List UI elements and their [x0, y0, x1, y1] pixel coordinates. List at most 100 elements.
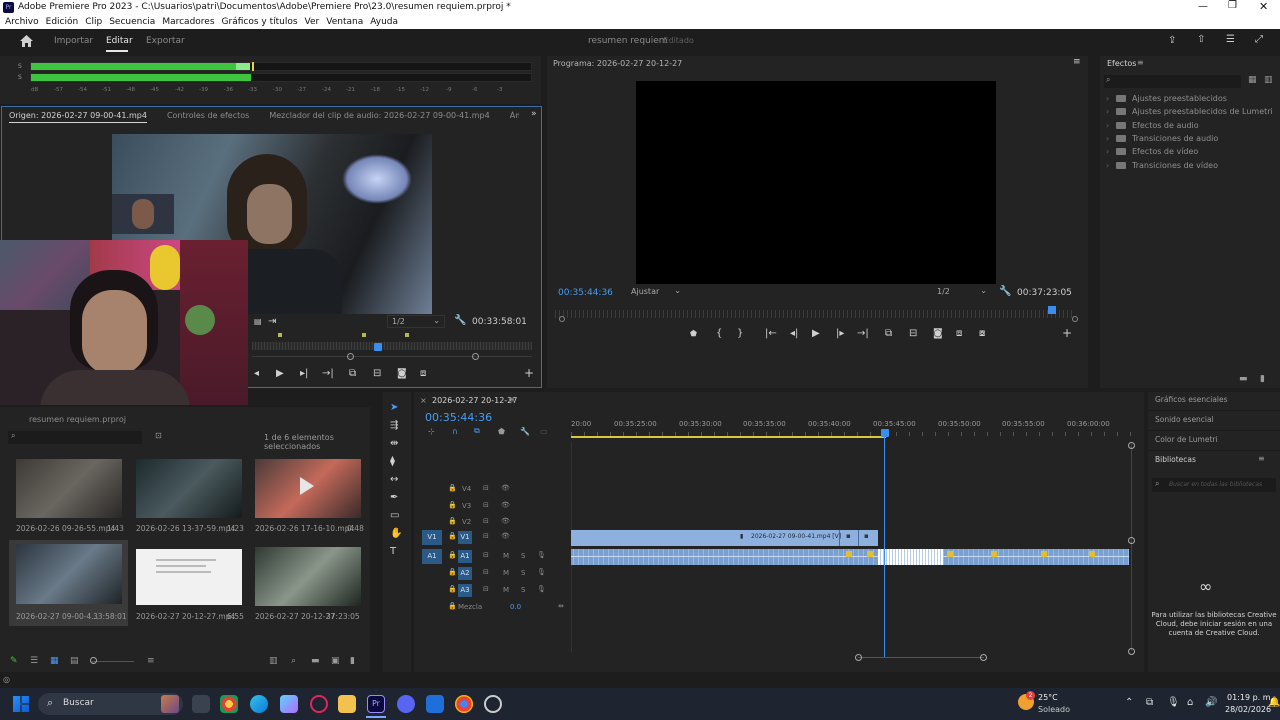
lift-icon[interactable]: ⧉ — [885, 328, 892, 339]
add-marker-icon[interactable]: ⬟ — [498, 427, 505, 436]
source-settings-icon[interactable]: ▤ — [254, 317, 262, 326]
sync-lock-icon[interactable]: ⊟ — [483, 551, 489, 559]
video-clip[interactable]: ▮ 2026-02-27 09-00-41.mp4 [V] ▪ ▪ — [571, 530, 878, 546]
tab-source[interactable]: Origen: 2026-02-27 09-00-41.mp4 — [9, 111, 147, 123]
menu-ayuda[interactable]: Ayuda — [370, 17, 398, 27]
play-icon[interactable]: ▶ — [276, 368, 284, 379]
zoom-handle-left[interactable] — [559, 316, 565, 322]
tab-editar[interactable]: Editar — [106, 36, 133, 46]
pen-icon[interactable]: ✒ — [390, 492, 398, 503]
chrome-icon[interactable] — [455, 695, 473, 713]
lock-icon[interactable]: 🔒 — [448, 517, 457, 525]
obs-icon[interactable] — [484, 695, 502, 713]
step-forward-icon[interactable]: |▸ — [836, 328, 844, 339]
fit-select[interactable]: Ajustar ⌄ — [627, 286, 685, 299]
workspaces-icon[interactable]: ☰ — [1226, 34, 1235, 45]
icon-view-icon[interactable]: ▦ — [50, 656, 59, 666]
microphone-icon[interactable]: 🎙 — [1167, 697, 1180, 708]
rectangle-icon[interactable]: ▭ — [390, 510, 399, 521]
weather-desc[interactable]: Soleado — [1038, 705, 1070, 714]
panel-row-sonido[interactable]: Sonido esencial — [1148, 412, 1280, 431]
effects-folder[interactable]: › Transiciones de audio — [1106, 132, 1276, 145]
menu-edicion[interactable]: Edición — [46, 17, 79, 27]
effects-search-input[interactable] — [1104, 75, 1241, 88]
effects-folder[interactable]: › Ajustes preestablecidos — [1106, 92, 1276, 105]
copilot-icon[interactable] — [280, 695, 298, 713]
thumbnail[interactable] — [255, 547, 361, 606]
panel-menu-icon[interactable]: ≡ — [1073, 57, 1081, 67]
marker-icon[interactable]: ⬟ — [690, 329, 697, 338]
tab-exportar[interactable]: Exportar — [146, 36, 185, 46]
microphone-icon[interactable]: 🎙 — [537, 585, 546, 593]
microphone-icon[interactable]: 🎙 — [537, 551, 546, 559]
track-select-icon[interactable]: ⇶ — [390, 420, 398, 431]
freeform-view-icon[interactable]: ▤ — [70, 656, 79, 666]
mark-in-icon[interactable]: { — [716, 328, 722, 339]
lock-icon[interactable]: 🔒 — [448, 501, 457, 509]
compare-icon[interactable]: ⧈ — [956, 328, 962, 339]
source-zoom-bar[interactable] — [252, 356, 532, 357]
scroll-handle-right[interactable] — [980, 654, 987, 661]
timeline-timecode[interactable]: 00:35:44:36 — [425, 411, 492, 424]
camera-icon[interactable]: ◙ — [933, 328, 943, 339]
thumbnail[interactable] — [16, 459, 122, 518]
overwrite-icon[interactable]: ⊟ — [373, 368, 381, 379]
zoom-handle-right[interactable] — [1072, 316, 1078, 322]
audio-selected-segment[interactable] — [878, 549, 943, 565]
accelerated-effects-icon[interactable]: ▦ — [1248, 75, 1257, 85]
insert-icon[interactable]: ⧉ — [349, 368, 356, 379]
discord-icon[interactable] — [397, 695, 415, 713]
tab-importar[interactable]: Importar — [54, 36, 93, 46]
more-tabs-icon[interactable]: » — [531, 109, 537, 119]
sync-lock-icon[interactable]: ⊟ — [483, 501, 489, 509]
panel-menu-icon[interactable]: ≡ — [508, 395, 515, 404]
camera-icon[interactable]: ◙ — [397, 368, 407, 379]
lock-icon[interactable]: 🔒 — [448, 484, 457, 492]
delete-icon[interactable]: ▮ — [350, 656, 355, 666]
opera-icon[interactable] — [310, 695, 328, 713]
ripple-edit-icon[interactable]: ⇹ — [390, 438, 398, 449]
tab-effect-controls[interactable]: Controles de efectos — [167, 111, 249, 120]
share-icon[interactable]: ⇧ — [1197, 34, 1205, 45]
sequence-tab[interactable]: 2026-02-27 20-12-27 — [432, 396, 517, 405]
weather-temp[interactable]: 25°C — [1038, 693, 1058, 702]
add-button-icon[interactable]: + — [524, 366, 534, 380]
step-forward-icon[interactable]: ▸| — [300, 368, 308, 379]
eye-icon[interactable]: 👁 — [501, 517, 510, 525]
tab-lumetri-scopes[interactable]: Ámbitos de Lumetri — [510, 111, 519, 120]
library-search-input[interactable]: ⌕ Buscar en todas las bibliotecas — [1152, 478, 1276, 492]
source-patch-v1[interactable]: V1 — [422, 530, 442, 545]
effects-folder[interactable]: › Ajustes preestablecidos de Lumetri — [1106, 105, 1276, 118]
maximize-button[interactable]: ❐ — [1228, 0, 1237, 11]
program-playhead[interactable] — [1048, 306, 1056, 314]
snap-icon[interactable]: ∩ — [452, 427, 458, 436]
eye-icon[interactable]: 👁 — [501, 532, 510, 540]
vscroll-handle[interactable] — [1128, 648, 1135, 655]
lock-icon[interactable]: 🔒 — [448, 532, 457, 540]
program-resolution-select[interactable]: 1/2 ⌄ — [933, 286, 991, 299]
premiere-taskbar-icon[interactable]: Pr — [367, 695, 385, 713]
razor-icon[interactable]: ⧫ — [390, 456, 395, 467]
add-button-icon[interactable]: + — [1062, 326, 1072, 340]
slip-icon[interactable]: ↔ — [390, 474, 398, 485]
sync-lock-icon[interactable]: ⊟ — [483, 568, 489, 576]
file-explorer-icon[interactable] — [338, 695, 356, 713]
menu-ventana[interactable]: Ventana — [326, 17, 363, 27]
go-to-out-icon[interactable]: →| — [857, 328, 869, 339]
eye-icon[interactable]: 👁 — [501, 484, 510, 492]
source-time-ruler[interactable] — [252, 342, 532, 350]
source-more-icon[interactable]: ⇥ — [268, 316, 276, 327]
compare-icon[interactable]: ⧈ — [420, 368, 426, 379]
step-back-icon[interactable]: ◂| — [790, 328, 798, 339]
lock-icon[interactable]: 🔒 — [448, 585, 457, 593]
project-search-input[interactable] — [8, 431, 142, 444]
source-resolution-select[interactable]: 1/2 ⌄ — [387, 315, 445, 328]
wrench-icon[interactable]: 🔧 — [999, 286, 1011, 297]
wifi-icon[interactable]: ⌂ — [1187, 697, 1193, 708]
proxy-icon[interactable]: ⧇ — [979, 328, 985, 339]
close-button[interactable]: ✕ — [1259, 0, 1268, 13]
new-bin-icon[interactable]: ⊡ — [155, 431, 162, 440]
lock-icon[interactable]: 🔒 — [448, 568, 457, 576]
tab-audio-clip-mixer[interactable]: Mezclador del clip de audio: 2026-02-27 … — [269, 111, 489, 120]
nest-icon[interactable]: ⊹ — [428, 427, 435, 436]
